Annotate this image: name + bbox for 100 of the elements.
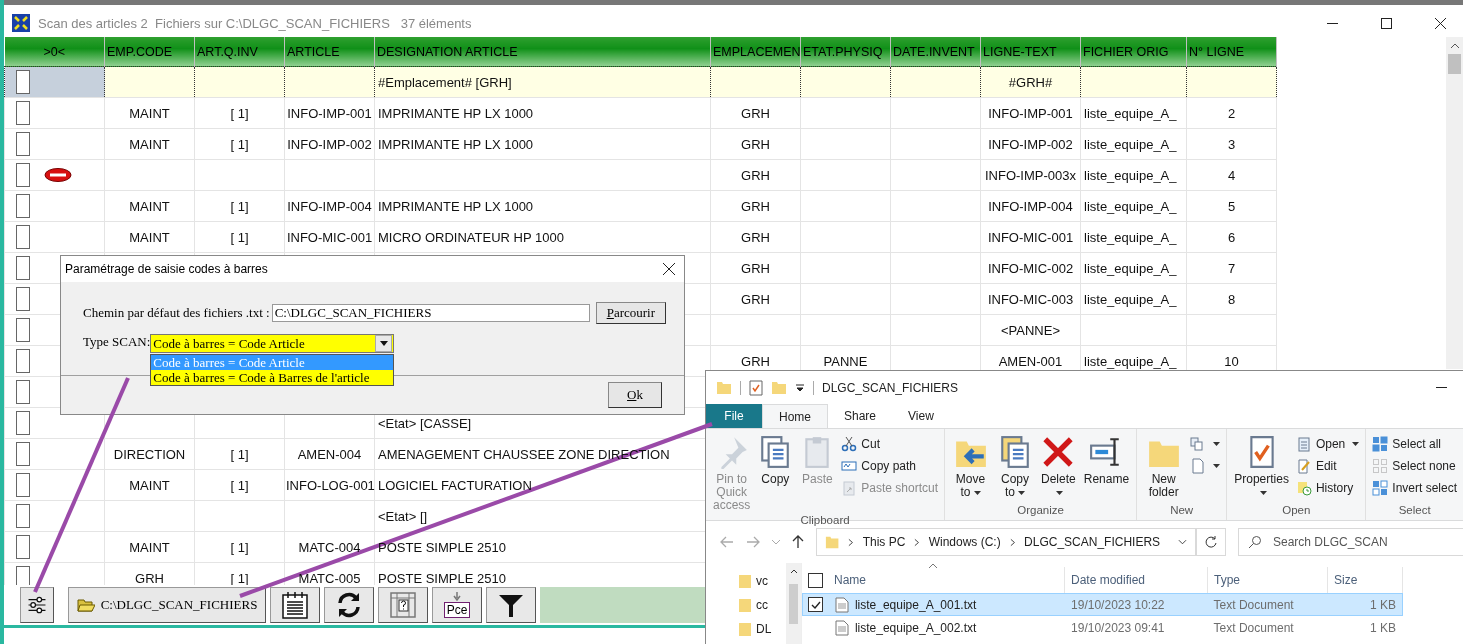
group-label: Select [1397, 504, 1432, 518]
row-checkbox[interactable] [16, 349, 30, 373]
table-cell: #GRH# [1008, 74, 1053, 90]
ribbon-tab[interactable]: View [892, 404, 950, 428]
file-checkbox[interactable] [808, 597, 824, 612]
table-cell: INFO-MIC-002 [987, 260, 1074, 276]
row-checkbox[interactable] [16, 442, 30, 466]
column-header[interactable]: DATE.INVENT [890, 37, 981, 67]
ribbon-button[interactable]: History [1293, 477, 1362, 499]
select-all-checkbox[interactable] [807, 572, 823, 588]
column-header[interactable]: EMPLACEMEN [710, 37, 801, 67]
row-checkbox[interactable] [16, 70, 30, 94]
column-header[interactable]: >0< [4, 37, 105, 67]
ribbon-tab[interactable]: Home [762, 404, 828, 428]
ribbon-button[interactable]: Cut [839, 433, 941, 455]
notepad-button[interactable] [270, 587, 320, 623]
table-cell: MICRO ORDINATEUR HP 1000 [378, 229, 564, 245]
piece-button[interactable]: Pce [432, 587, 482, 623]
scrollbar[interactable] [1446, 37, 1463, 369]
ribbon-button[interactable]: Delete [1038, 433, 1079, 504]
column-header[interactable]: EMP.CODE [104, 37, 195, 67]
scan-type-dropdown[interactable]: Code à barres = Code Article [150, 334, 395, 353]
column-header[interactable]: ARTICLE [284, 37, 375, 67]
breadcrumb-item[interactable]: Windows (C:) [928, 535, 1001, 549]
up-arrow-icon[interactable] [792, 535, 804, 549]
grid-help-button[interactable] [378, 587, 428, 623]
column-header[interactable]: ART.Q.INV [194, 37, 285, 67]
table-cell: 6 [1227, 229, 1236, 245]
scissors-icon [841, 436, 858, 452]
customize-icon[interactable] [795, 383, 805, 392]
window-title: DLGC_SCAN_FICHIERS [822, 380, 959, 395]
path-field[interactable]: C:\DLGC_SCAN_FICHIERS [271, 304, 590, 322]
table-cell: GRH [741, 167, 770, 183]
row-checkbox[interactable] [16, 535, 30, 559]
dropdown-option[interactable]: Code à barres = Code à Barres de l'article [151, 370, 394, 385]
row-checkbox[interactable] [16, 566, 30, 585]
ribbon-tab[interactable]: Share [828, 404, 893, 428]
nav-item[interactable]: DL [756, 622, 772, 636]
settings-button[interactable] [20, 587, 54, 623]
search-field[interactable]: Search DLGC_SCAN [1238, 528, 1463, 556]
file-type: Text Document [1213, 620, 1294, 635]
ok-button[interactable]: Ok [608, 382, 662, 408]
file-menu-button[interactable]: File [706, 404, 762, 428]
table-cell: LOGICIEL FACTURATION [378, 477, 532, 493]
file-size: 1 KB [1369, 597, 1396, 612]
browse-button[interactable]: Parcourir [595, 302, 666, 324]
file-row[interactable]: liste_equipe_A_002.txt 19/10/2023 09:41 Text Document 1 KB [802, 616, 1403, 639]
ribbon-button[interactable]: Properties [1231, 433, 1292, 504]
ribbon-button[interactable]: Copy to [994, 433, 1037, 504]
ribbon-button[interactable]: New folder [1141, 433, 1187, 504]
breadcrumb-item[interactable]: DLGC_SCAN_FICHIERS [1024, 535, 1161, 549]
table-cell: MAINT [129, 105, 170, 121]
row-checkbox[interactable] [16, 256, 30, 280]
ribbon-button[interactable]: Copy [755, 433, 796, 514]
column-header[interactable]: Size [1334, 573, 1358, 587]
column-header[interactable]: Type [1214, 573, 1240, 587]
breadcrumb-item[interactable]: This PC [862, 535, 906, 549]
ribbon-button[interactable]: Select all [1370, 433, 1459, 455]
table-cell: 4 [1227, 167, 1236, 183]
table-cell: INFO-IMP-002 [287, 136, 372, 152]
row-checkbox[interactable] [16, 225, 30, 249]
column-header[interactable]: N° LIGNE [1186, 37, 1277, 67]
ribbon-button[interactable]: Edit [1293, 455, 1362, 477]
row-checkbox[interactable] [16, 473, 30, 497]
nav-item[interactable]: vc [756, 574, 768, 588]
nav-item[interactable]: cc [756, 598, 768, 612]
row-checkbox[interactable] [16, 411, 30, 435]
row-checkbox[interactable] [16, 318, 30, 342]
row-checkbox[interactable] [16, 101, 30, 125]
address-bar[interactable]: This PC Windows (C:) DLGC_SCAN_FICHIERS [816, 528, 1196, 556]
column-header[interactable]: ETAT.PHYSIQ [800, 37, 891, 67]
dialog-title: Paramétrage de saisie codes à barres [65, 262, 268, 276]
ribbon-button[interactable]: Copy path [839, 455, 941, 477]
column-header[interactable]: Date modified [1071, 573, 1146, 587]
group-label: Open [1281, 504, 1312, 518]
column-header[interactable]: Name [834, 573, 866, 587]
scroll-thumb[interactable] [1448, 54, 1461, 74]
column-header[interactable]: DESIGNATION ARTICLE [374, 37, 711, 67]
table-cell: GRH [135, 570, 164, 585]
row-checkbox[interactable] [16, 163, 30, 187]
column-header[interactable]: FICHIER ORIG [1080, 37, 1187, 67]
file-row[interactable]: liste_equipe_A_001.txt 19/10/2023 10:22 Text Document 1 KB [802, 593, 1403, 616]
filter-button[interactable] [486, 587, 536, 623]
ribbon-button[interactable]: Rename [1080, 433, 1133, 504]
caret-icon[interactable] [1178, 539, 1187, 545]
ribbon-button[interactable]: Move to [949, 433, 992, 504]
ribbon-button[interactable]: Open [1293, 433, 1362, 455]
row-checkbox[interactable] [16, 287, 30, 311]
ribbon-button[interactable]: Select none [1370, 455, 1459, 477]
properties-icon[interactable] [749, 379, 763, 396]
row-checkbox[interactable] [16, 504, 30, 528]
ribbon-button[interactable]: Invert select [1370, 477, 1459, 499]
table-cell: liste_equipe_A_ [1084, 198, 1177, 214]
row-checkbox[interactable] [16, 194, 30, 218]
column-header[interactable]: LIGNE-TEXT [980, 37, 1081, 67]
row-checkbox[interactable] [16, 380, 30, 404]
row-checkbox[interactable] [16, 132, 30, 156]
folder-path-button[interactable]: C:\DLGC_SCAN_FICHIERS [68, 587, 266, 623]
refresh-button[interactable] [324, 587, 374, 623]
scrollbar[interactable] [786, 563, 801, 644]
